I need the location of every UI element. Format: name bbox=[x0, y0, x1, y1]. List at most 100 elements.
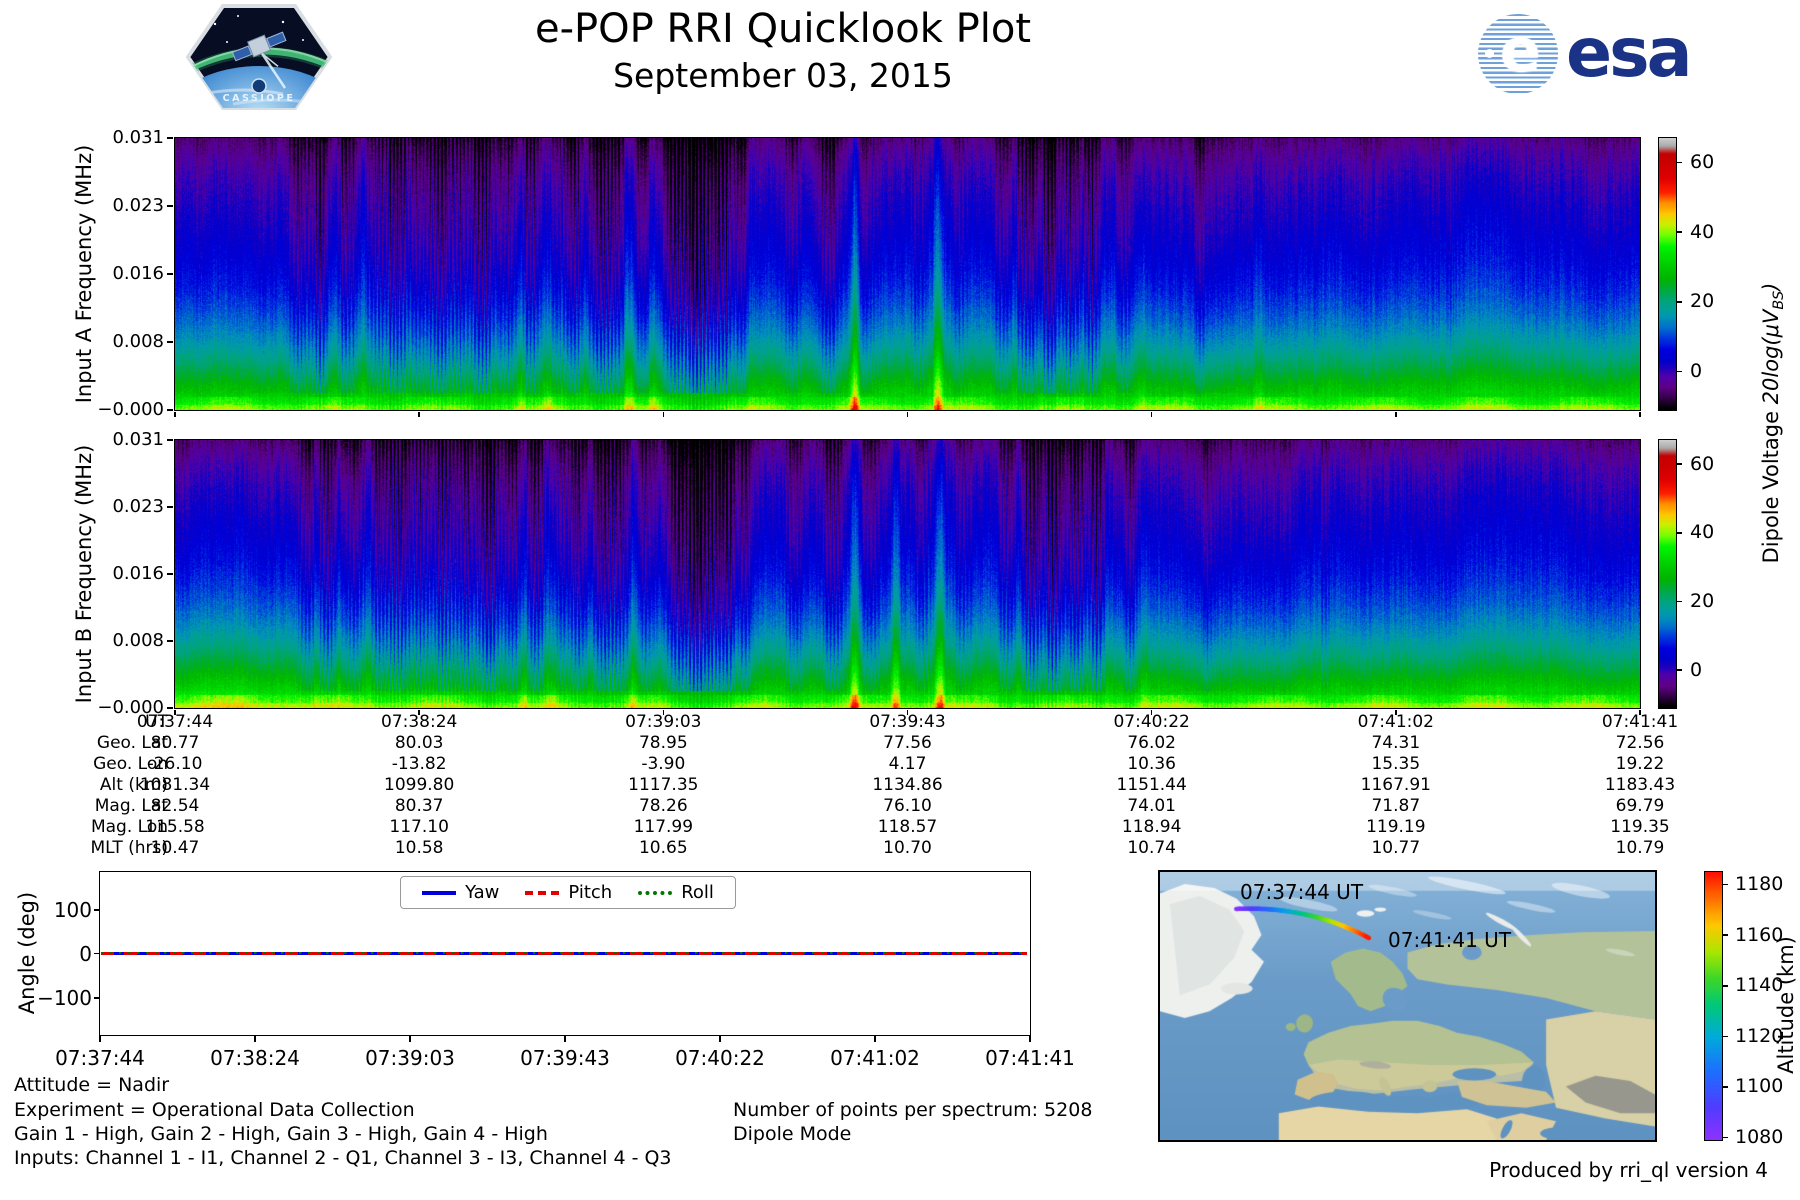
y-tick-mark bbox=[167, 273, 173, 275]
legend-label-yaw: Yaw bbox=[465, 882, 500, 903]
mode-note: Dipole Mode bbox=[733, 1123, 852, 1145]
roll-line-sample-icon bbox=[638, 890, 673, 895]
table-cell: 10.36 bbox=[1127, 754, 1176, 774]
altitude-tick-label: 1100 bbox=[1735, 1075, 1784, 1098]
legend-item-yaw: Yaw bbox=[422, 882, 499, 903]
table-cell: 69.79 bbox=[1615, 796, 1665, 816]
dipole-colorbar-b bbox=[1658, 438, 1677, 709]
legend-item-roll: Roll bbox=[638, 882, 714, 903]
x-tick-mark bbox=[174, 709, 176, 715]
y-tick-mark bbox=[167, 707, 173, 709]
spectrogram-a-heatmap bbox=[173, 136, 1641, 411]
altitude-tick-label: 1180 bbox=[1735, 873, 1784, 896]
x-tick-mark bbox=[418, 411, 420, 417]
table-cell: 77.56 bbox=[883, 733, 932, 753]
altitude-colorbar-label: Altitude (km) bbox=[1774, 936, 1798, 1074]
y-tick-label: −0.000 bbox=[97, 399, 164, 420]
yaw-line-sample-icon bbox=[422, 890, 457, 895]
angle-x-tick-mark bbox=[719, 1035, 721, 1042]
table-cell: 76.02 bbox=[1127, 733, 1176, 753]
angle-y-tick-label: 100 bbox=[53, 898, 92, 922]
angle-x-tick-label: 07:37:44 bbox=[55, 1046, 145, 1070]
table-cell: 1134.86 bbox=[872, 775, 943, 795]
credit-note: Produced by rri_ql version 4 bbox=[1489, 1158, 1768, 1182]
cassiope-logo-text: CASSIOPE bbox=[223, 93, 296, 104]
angle-y-tick-mark bbox=[94, 909, 100, 911]
roll-line bbox=[101, 952, 1027, 955]
angle-x-tick-mark bbox=[99, 1035, 101, 1042]
angle-x-tick-label: 07:41:41 bbox=[985, 1046, 1075, 1070]
table-cell: -13.82 bbox=[391, 754, 447, 774]
table-cell: 1151.44 bbox=[1116, 775, 1187, 795]
y-tick-label: 0.008 bbox=[112, 630, 164, 651]
table-cell: 80.37 bbox=[394, 796, 444, 816]
colorbar-tick-label: 20 bbox=[1690, 290, 1715, 313]
y-tick-label: 0.016 bbox=[112, 263, 164, 284]
spectrogram-b-heatmap bbox=[173, 438, 1641, 709]
altitude-tick-mark bbox=[1722, 1035, 1728, 1038]
table-cell: 1167.91 bbox=[1360, 775, 1431, 795]
table-cell: 10.58 bbox=[394, 838, 444, 858]
altitude-tick-mark bbox=[1722, 883, 1728, 886]
y-tick-label: 0.031 bbox=[112, 429, 164, 450]
colorbar-tick-label: 60 bbox=[1690, 150, 1715, 173]
table-cell: 19.22 bbox=[1615, 754, 1665, 774]
angle-y-tick-mark bbox=[94, 997, 100, 999]
angle-x-tick-label: 07:38:24 bbox=[210, 1046, 300, 1070]
table-cell: 10.74 bbox=[1127, 838, 1176, 858]
table-cell: 80.77 bbox=[150, 733, 200, 753]
x-tick-mark bbox=[662, 411, 665, 417]
y-tick-mark bbox=[167, 640, 173, 642]
table-cell: 07:41:02 bbox=[1357, 712, 1434, 732]
altitude-colorbar bbox=[1703, 870, 1723, 1141]
table-cell: 1081.34 bbox=[139, 775, 211, 795]
table-cell: 1117.35 bbox=[628, 775, 699, 795]
table-cell: 10.79 bbox=[1615, 838, 1665, 858]
colorbar-tick-mark bbox=[1676, 669, 1682, 671]
angle-x-tick-label: 07:41:02 bbox=[830, 1046, 920, 1070]
inputs-note: Inputs: Channel 1 - I1, Channel 2 - Q1, … bbox=[14, 1147, 672, 1169]
x-tick-mark bbox=[1395, 709, 1397, 715]
y-tick-mark bbox=[167, 439, 173, 441]
esa-globe-icon: e bbox=[1478, 14, 1558, 94]
table-cell: 82.54 bbox=[150, 796, 200, 816]
cassiope-logo: CASSIOPE bbox=[185, 4, 333, 110]
table-cell: 10.65 bbox=[638, 838, 688, 858]
x-tick-mark bbox=[906, 709, 909, 715]
esa-globe-dot bbox=[1485, 49, 1494, 58]
y-tick-mark bbox=[167, 341, 173, 343]
x-tick-mark bbox=[174, 411, 176, 417]
colorbar-tick-label: 0 bbox=[1690, 360, 1703, 383]
angle-x-tick-label: 07:39:03 bbox=[365, 1046, 455, 1070]
x-tick-mark bbox=[1395, 411, 1397, 417]
colorbar-tick-label: 40 bbox=[1690, 220, 1715, 243]
y-tick-mark bbox=[167, 573, 173, 575]
x-tick-mark bbox=[906, 411, 909, 417]
colorbar-tick-label: 20 bbox=[1690, 589, 1715, 612]
y-tick-mark bbox=[167, 506, 173, 508]
table-cell: 118.94 bbox=[1121, 817, 1182, 837]
track-start-label: 07:37:44 UT bbox=[1240, 880, 1364, 904]
esa-wordmark: esa bbox=[1566, 14, 1692, 93]
x-tick-mark bbox=[1639, 709, 1641, 715]
y-tick-label: 0.031 bbox=[112, 127, 164, 148]
table-cell: 80.03 bbox=[394, 733, 444, 753]
colorbar-tick-mark bbox=[1676, 600, 1682, 603]
x-tick-mark bbox=[418, 709, 420, 715]
table-cell: 10.70 bbox=[883, 838, 932, 858]
table-cell: 115.58 bbox=[145, 817, 205, 837]
legend-item-pitch: Pitch bbox=[525, 882, 612, 903]
table-cell: 119.35 bbox=[1610, 817, 1670, 837]
altitude-tick-mark bbox=[1722, 934, 1728, 936]
angle-y-tick-label: 0 bbox=[79, 941, 92, 966]
table-cell: 71.87 bbox=[1371, 796, 1421, 816]
angle-x-tick-label: 07:39:43 bbox=[520, 1046, 610, 1070]
altitude-tick-mark bbox=[1722, 1136, 1728, 1139]
x-tick-mark bbox=[662, 709, 665, 715]
colorbar-tick-mark bbox=[1676, 161, 1682, 164]
y-tick-label: 0.016 bbox=[112, 563, 164, 584]
page-title: e-POP RRI Quicklook Plot bbox=[534, 6, 1031, 52]
table-cell: 1183.43 bbox=[1604, 775, 1676, 795]
table-cell: 07:39:03 bbox=[625, 712, 702, 732]
altitude-tick-mark bbox=[1722, 1086, 1728, 1088]
